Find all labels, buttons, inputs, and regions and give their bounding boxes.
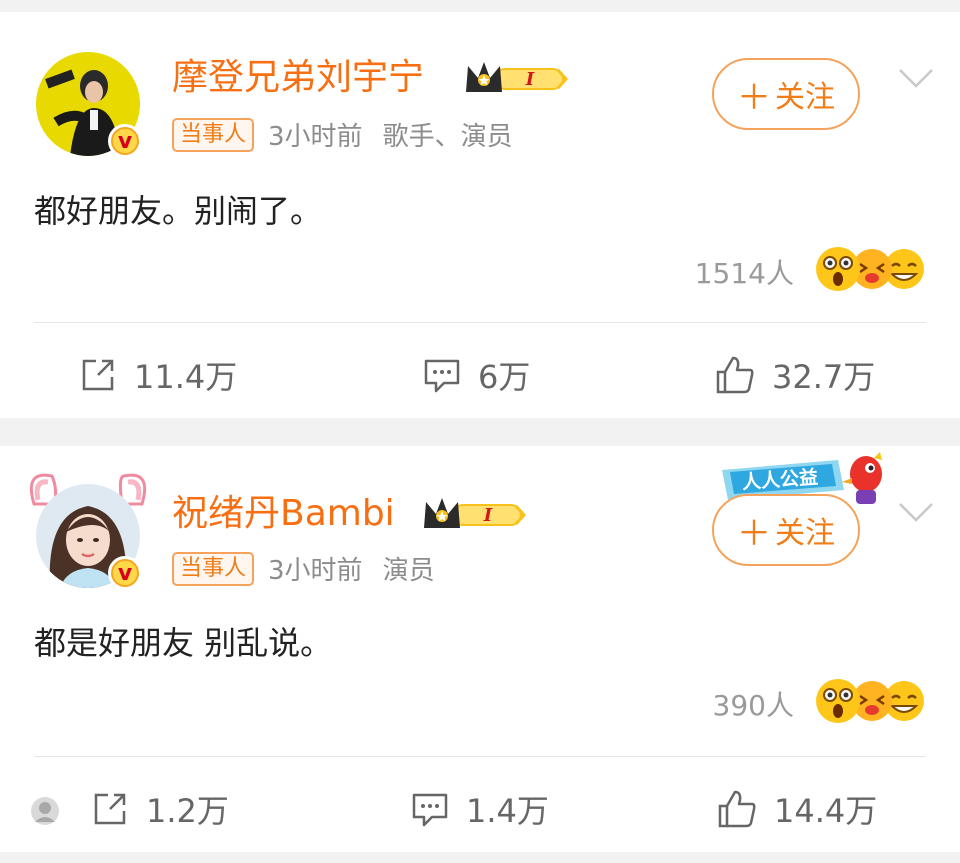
post-time: 3小时前 — [268, 122, 363, 152]
author-role: 歌手、演员 — [382, 122, 513, 152]
author-role: 演员 — [382, 556, 435, 586]
reaction-count[interactable]: 1514人 — [695, 252, 794, 292]
comment-icon — [412, 793, 448, 827]
small-avatar-icon — [31, 797, 59, 825]
svg-text:I: I — [525, 69, 535, 90]
comment-button[interactable]: 6万 — [422, 350, 530, 400]
author-name[interactable]: 摩登兄弟刘宇宁 — [172, 58, 424, 98]
like-icon — [716, 356, 754, 394]
post-content: 都好朋友。别闹了。 — [34, 192, 323, 230]
divider — [34, 322, 926, 323]
divider — [34, 756, 926, 757]
post-time: 3小时前 — [268, 556, 363, 586]
crown-icon: I — [424, 498, 527, 528]
post-meta: 当事人 3小时前 歌手、演员 — [172, 116, 513, 152]
plus-icon: ＋ — [737, 77, 771, 118]
share-button[interactable]: 11.4万 — [78, 350, 237, 400]
reaction-emojis-icon[interactable] — [812, 244, 928, 294]
avatar[interactable]: v — [29, 473, 147, 590]
author-name[interactable]: 祝绪丹Bambi — [172, 494, 395, 534]
follow-button[interactable]: ＋ 关注 — [712, 494, 860, 566]
comment-button[interactable]: 1.4万 — [410, 784, 549, 834]
post-meta: 当事人 3小时前 演员 — [172, 550, 435, 586]
svg-text:I: I — [483, 505, 493, 526]
post-card: v 祝绪丹Bambi I 当事人 3小时前 演员 人人公益 ＋ 关注 都是好朋友 别… — [0, 446, 960, 852]
chevron-down-icon[interactable] — [896, 64, 936, 92]
share-button[interactable]: 1.2万 — [90, 784, 229, 834]
reaction-emojis-icon[interactable] — [812, 676, 928, 726]
like-button[interactable]: 14.4万 — [716, 784, 877, 834]
plus-icon: ＋ — [737, 513, 771, 554]
share-icon — [94, 793, 126, 825]
verified-icon: v — [108, 124, 142, 158]
crown-icon: I — [466, 62, 569, 92]
post-content: 都是好朋友 别乱说。 — [34, 624, 333, 662]
like-button[interactable]: 32.7万 — [714, 350, 875, 400]
chevron-down-icon[interactable] — [896, 498, 936, 526]
reaction-count[interactable]: 390人 — [713, 684, 794, 724]
verified-icon: v — [108, 556, 142, 590]
status-badge: 当事人 — [172, 117, 255, 152]
comment-icon — [424, 359, 460, 393]
post-card: v 摩登兄弟刘宇宁 I 当事人 3小时前 歌手、演员 ＋ 关注 都好朋友。别闹了。 … — [0, 12, 960, 418]
follow-button[interactable]: ＋ 关注 — [712, 58, 860, 130]
status-badge: 当事人 — [172, 551, 255, 586]
mini-avatar[interactable] — [30, 786, 76, 836]
share-icon — [82, 359, 114, 391]
like-icon — [718, 790, 756, 828]
avatar[interactable]: v — [36, 52, 142, 158]
